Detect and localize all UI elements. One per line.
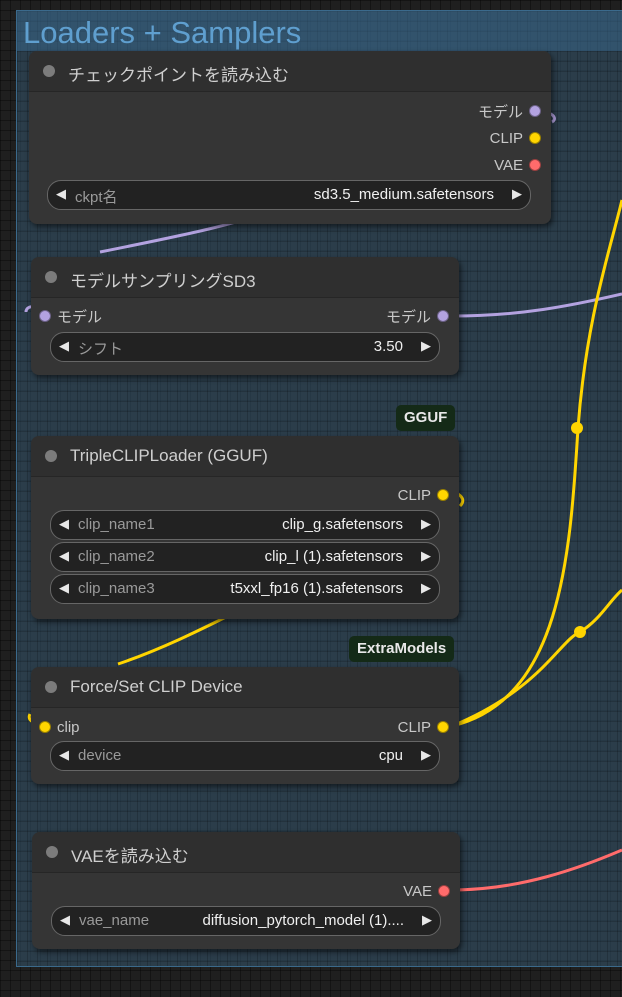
increment-arrow-icon[interactable]: ▶	[421, 747, 431, 763]
output-label: CLIP	[489, 129, 523, 147]
model-socket-icon[interactable]	[529, 105, 541, 117]
triple-clip-loader-node[interactable]: TripleCLIPLoader (GGUF) CLIP ◀ clip_name…	[31, 436, 459, 619]
clip-socket-icon[interactable]	[437, 489, 449, 501]
node-title: VAEを読み込む	[71, 847, 189, 866]
widget-value: clip_l (1).safetensors	[264, 548, 403, 565]
widget-label: シフト	[78, 341, 124, 358]
output-slot-vae[interactable]: VAE	[494, 156, 541, 174]
input-label: clip	[57, 718, 80, 736]
model-socket-icon[interactable]	[39, 310, 51, 322]
decrement-arrow-icon[interactable]: ◀	[59, 580, 69, 596]
widget-label: vae_name	[79, 912, 150, 929]
output-label: CLIP	[397, 486, 431, 504]
vae-wire-out	[451, 848, 622, 892]
increment-arrow-icon[interactable]: ▶	[421, 548, 431, 564]
output-slot-clip[interactable]: CLIP	[398, 718, 449, 736]
increment-arrow-icon[interactable]: ▶	[421, 338, 431, 354]
clip-wire-triple-to-device	[117, 610, 237, 666]
increment-arrow-icon[interactable]: ▶	[512, 186, 522, 202]
output-label: モデル	[385, 308, 431, 326]
output-slot-model[interactable]: モデル	[477, 102, 541, 121]
node-title-bar[interactable]: VAEを読み込む	[32, 832, 460, 873]
node-title-bar[interactable]: チェックポイントを読み込む	[29, 51, 551, 92]
clip-name3-combo[interactable]: ◀ clip_name3 t5xxl_fp16 (1).safetensors …	[50, 574, 440, 604]
force-clip-device-node[interactable]: Force/Set CLIP Device clip CLIP ◀ device…	[31, 667, 459, 784]
vae-socket-icon[interactable]	[438, 885, 450, 897]
collapse-dot-icon[interactable]	[45, 450, 57, 462]
node-title-bar[interactable]: Force/Set CLIP Device	[31, 667, 459, 708]
collapse-dot-icon[interactable]	[43, 65, 55, 77]
output-label: CLIP	[397, 718, 431, 736]
widget-label: clip_name1	[78, 516, 155, 533]
widget-value: 3.50	[373, 338, 403, 355]
output-label: VAE	[403, 882, 432, 900]
node-title: TripleCLIPLoader (GGUF)	[70, 446, 268, 465]
output-slot-model[interactable]: モデル	[385, 307, 449, 326]
widget-value: sd3.5_medium.safetensors	[313, 186, 494, 203]
widget-label: clip_name3	[78, 580, 155, 597]
widget-value: cpu	[378, 747, 403, 764]
shift-number-widget[interactable]: ◀ シフト 3.50 ▶	[50, 332, 440, 362]
decrement-arrow-icon[interactable]: ◀	[59, 516, 69, 532]
input-slot-model[interactable]: モデル	[39, 307, 103, 326]
widget-label: device	[78, 747, 122, 764]
node-title: チェックポイントを読み込む	[68, 66, 289, 85]
decrement-arrow-icon[interactable]: ◀	[59, 747, 69, 763]
model-sampling-sd3-node[interactable]: モデルサンプリングSD3 モデル モデル ◀ シフト 3.50 ▶	[31, 257, 459, 375]
input-label: モデル	[57, 308, 103, 326]
wire-reroute-dot	[571, 422, 583, 434]
increment-arrow-icon[interactable]: ▶	[422, 912, 432, 928]
increment-arrow-icon[interactable]: ▶	[421, 516, 431, 532]
collapse-dot-icon[interactable]	[46, 846, 58, 858]
node-title-bar[interactable]: TripleCLIPLoader (GGUF)	[31, 436, 459, 477]
input-slot-clip[interactable]: clip	[39, 718, 80, 736]
decrement-arrow-icon[interactable]: ◀	[60, 912, 70, 928]
device-combo[interactable]: ◀ device cpu ▶	[50, 741, 440, 771]
widget-label: clip_name2	[78, 548, 155, 565]
node-title-bar[interactable]: モデルサンプリングSD3	[31, 257, 459, 298]
clip-socket-icon[interactable]	[437, 721, 449, 733]
increment-arrow-icon[interactable]: ▶	[421, 580, 431, 596]
ckpt-name-combo[interactable]: ◀ ckpt名 sd3.5_medium.safetensors ▶	[47, 180, 531, 210]
widget-value: t5xxl_fp16 (1).safetensors	[230, 580, 403, 597]
decrement-arrow-icon[interactable]: ◀	[59, 338, 69, 354]
node-title: モデルサンプリングSD3	[70, 272, 256, 291]
decrement-arrow-icon[interactable]: ◀	[56, 186, 66, 202]
widget-label: ckpt名	[75, 189, 118, 206]
extramodels-badge: ExtraModels	[349, 636, 455, 662]
decrement-arrow-icon[interactable]: ◀	[59, 548, 69, 564]
checkpoint-loader-node[interactable]: チェックポイントを読み込む モデル CLIP VAE ◀ ckpt名 sd3.5…	[29, 51, 551, 224]
widget-value: diffusion_pytorch_model (1)....	[202, 912, 405, 929]
model-socket-icon[interactable]	[437, 310, 449, 322]
output-label: モデル	[477, 103, 523, 121]
node-title: Force/Set CLIP Device	[70, 677, 243, 696]
clip-socket-icon[interactable]	[529, 132, 541, 144]
gguf-badge: GGUF	[396, 405, 456, 431]
widget-value: clip_g.safetensors	[282, 516, 403, 533]
collapse-dot-icon[interactable]	[45, 681, 57, 693]
output-slot-clip[interactable]: CLIP	[398, 486, 449, 504]
vae-name-combo[interactable]: ◀ vae_name diffusion_pytorch_model (1)..…	[51, 906, 441, 936]
output-slot-vae[interactable]: VAE	[403, 882, 450, 900]
wire-reroute-dot	[574, 626, 586, 638]
collapse-dot-icon[interactable]	[45, 271, 57, 283]
output-label: VAE	[494, 156, 523, 174]
output-slot-clip[interactable]: CLIP	[490, 129, 541, 147]
clip-socket-icon[interactable]	[39, 721, 51, 733]
vae-socket-icon[interactable]	[529, 159, 541, 171]
clip-name1-combo[interactable]: ◀ clip_name1 clip_g.safetensors ▶	[50, 510, 440, 540]
clip-wire-device-out-a	[451, 199, 622, 728]
vae-loader-node[interactable]: VAEを読み込む VAE ◀ vae_name diffusion_pytorc…	[32, 832, 460, 949]
clip-name2-combo[interactable]: ◀ clip_name2 clip_l (1).safetensors ▶	[50, 542, 440, 572]
